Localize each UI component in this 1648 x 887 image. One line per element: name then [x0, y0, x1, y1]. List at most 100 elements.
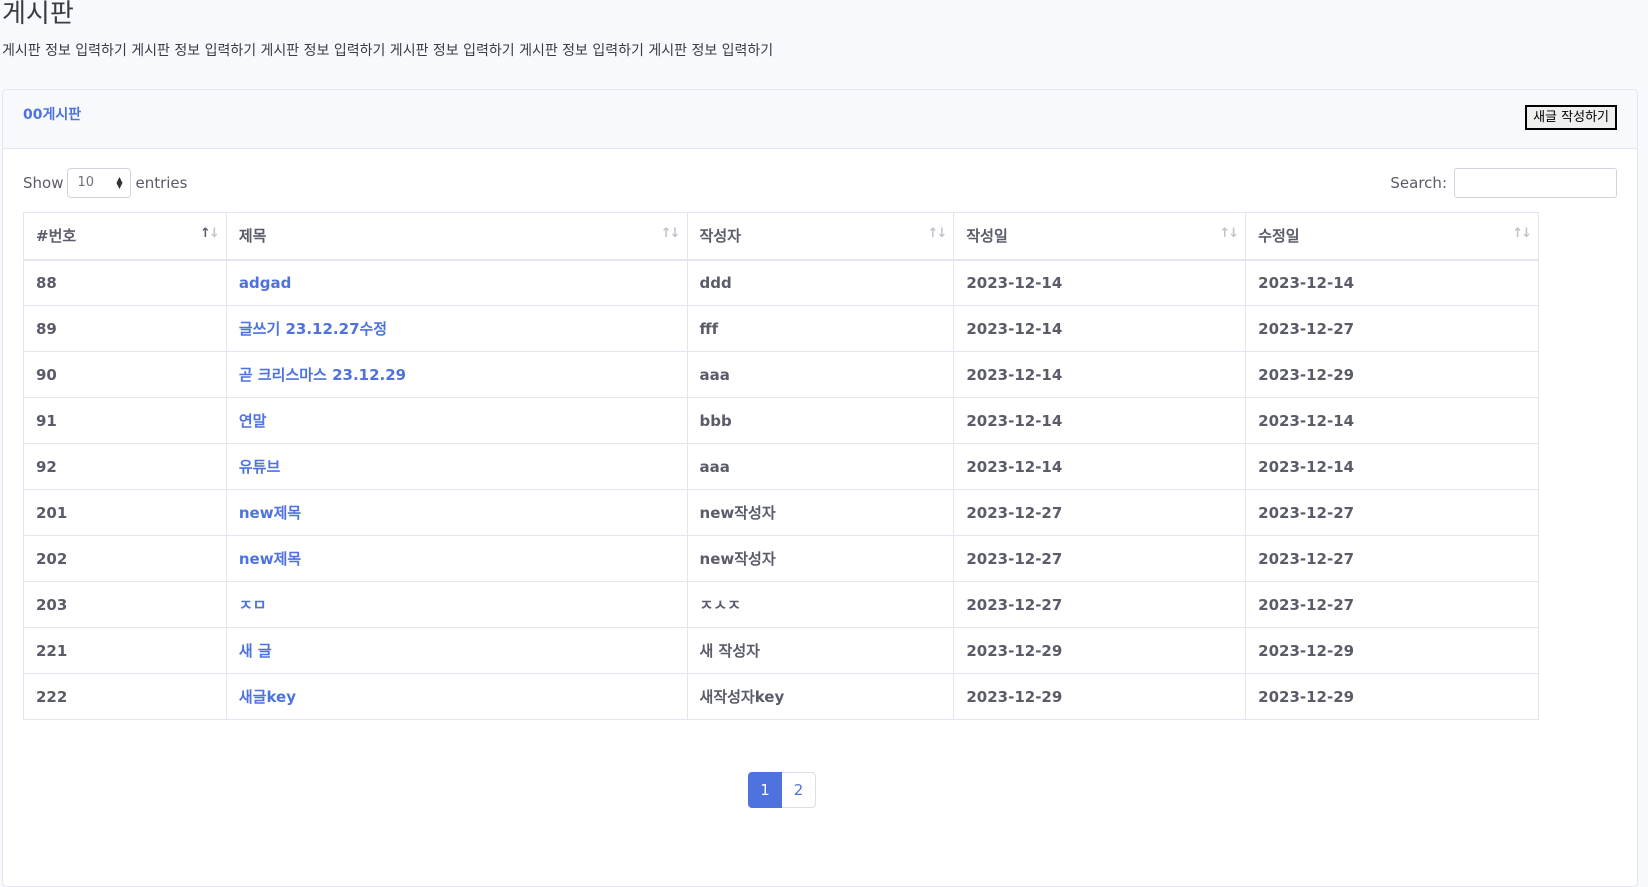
- cell-title: 새글key: [225, 673, 688, 720]
- cell-created: 2023-12-27: [953, 535, 1247, 582]
- page-description: 게시판 정보 입력하기 게시판 정보 입력하기 게시판 정보 입력하기 게시판 …: [2, 43, 774, 59]
- cell-title: ㅈㅁ: [225, 581, 688, 628]
- cell-created: 2023-12-29: [953, 673, 1247, 720]
- cell-updated: 2023-12-29: [1245, 627, 1539, 674]
- cell-title: 연말: [225, 397, 688, 444]
- card-title: 00게시판: [23, 107, 82, 123]
- post-title-link[interactable]: 새 글: [239, 642, 272, 660]
- cell-number: 90: [23, 351, 227, 398]
- cell-writer: new작성자: [686, 535, 955, 582]
- cell-writer: 새 작성자: [686, 627, 955, 674]
- page: 게시판 게시판 정보 입력하기 게시판 정보 입력하기 게시판 정보 입력하기 …: [0, 0, 1648, 887]
- cell-created: 2023-12-29: [953, 627, 1247, 674]
- sort-arrows-icon: ↑↓: [927, 226, 948, 241]
- cell-updated: 2023-12-27: [1245, 581, 1539, 628]
- cell-updated: 2023-12-29: [1245, 673, 1539, 720]
- entries-length-select[interactable]: 10 ▲ ▼: [67, 168, 132, 198]
- table-row: 92 유튜브 aaa 2023-12-14 2023-12-14: [23, 443, 1539, 490]
- table-row: 201 new제목 new작성자 2023-12-27 2023-12-27: [23, 489, 1539, 536]
- board-card: 00게시판 새글 작성하기 Show 10 ▲ ▼ entries Search:: [2, 89, 1638, 887]
- pagination: 1 2: [748, 772, 816, 808]
- cell-updated: 2023-12-14: [1245, 397, 1539, 444]
- table-row: 89 글쓰기 23.12.27수정 fff 2023-12-14 2023-12…: [23, 305, 1539, 352]
- post-title-link[interactable]: new제목: [239, 504, 301, 522]
- card-header: 00게시판 새글 작성하기: [3, 90, 1637, 149]
- cell-title: new제목: [225, 535, 688, 582]
- table-header: #번호 ↑↓ 제목 ↑↓ 작성자 ↑↓ 작성일 ↑↓ 수정일 ↑↓: [23, 212, 1539, 261]
- search-input[interactable]: [1454, 168, 1617, 198]
- search-control: Search:: [1390, 168, 1617, 198]
- cell-title: 유튜브: [225, 443, 688, 490]
- table-row: 203 ㅈㅁ ㅈㅅㅈ 2023-12-27 2023-12-27: [23, 581, 1539, 628]
- board-table: #번호 ↑↓ 제목 ↑↓ 작성자 ↑↓ 작성일 ↑↓ 수정일 ↑↓ 88 adg…: [23, 212, 1539, 720]
- new-post-button[interactable]: 새글 작성하기: [1525, 105, 1617, 130]
- post-title-link[interactable]: 곧 크리스마스 23.12.29: [239, 366, 406, 384]
- cell-number: 92: [23, 443, 227, 490]
- cell-writer: ddd: [686, 259, 955, 306]
- cell-updated: 2023-12-14: [1245, 443, 1539, 490]
- length-suffix-label: entries: [135, 174, 188, 192]
- cell-updated: 2023-12-27: [1245, 305, 1539, 352]
- cell-number: 221: [23, 627, 227, 674]
- cell-created: 2023-12-27: [953, 581, 1247, 628]
- cell-number: 91: [23, 397, 227, 444]
- cell-title: 새 글: [225, 627, 688, 674]
- table-row: 202 new제목 new작성자 2023-12-27 2023-12-27: [23, 535, 1539, 582]
- post-title-link[interactable]: 유튜브: [239, 458, 280, 476]
- page-button-2[interactable]: 2: [782, 772, 816, 808]
- column-header-updated[interactable]: 수정일 ↑↓: [1245, 212, 1539, 261]
- post-title-link[interactable]: adgad: [239, 274, 291, 292]
- cell-created: 2023-12-14: [953, 397, 1247, 444]
- search-label: Search:: [1390, 174, 1447, 192]
- table-row: 221 새 글 새 작성자 2023-12-29 2023-12-29: [23, 627, 1539, 674]
- post-title-link[interactable]: 연말: [239, 412, 267, 430]
- post-title-link[interactable]: ㅈㅁ: [239, 596, 267, 614]
- cell-title: 곧 크리스마스 23.12.29: [225, 351, 688, 398]
- cell-updated: 2023-12-27: [1245, 535, 1539, 582]
- cell-updated: 2023-12-14: [1245, 259, 1539, 306]
- table-controls: Show 10 ▲ ▼ entries Search:: [23, 168, 1617, 200]
- cell-title: 글쓰기 23.12.27수정: [225, 305, 688, 352]
- cell-number: 89: [23, 305, 227, 352]
- cell-number: 222: [23, 673, 227, 720]
- cell-writer: bbb: [686, 397, 955, 444]
- page-button-1[interactable]: 1: [748, 772, 782, 808]
- cell-number: 203: [23, 581, 227, 628]
- cell-number: 201: [23, 489, 227, 536]
- cell-number: 88: [23, 259, 227, 306]
- cell-writer: ㅈㅅㅈ: [686, 581, 955, 628]
- sort-arrows-icon: ↑↓: [1219, 226, 1239, 241]
- table-row: 222 새글key 새작성자key 2023-12-29 2023-12-29: [23, 673, 1539, 720]
- length-prefix-label: Show: [23, 174, 64, 192]
- post-title-link[interactable]: 새글key: [239, 688, 296, 706]
- column-header-title[interactable]: 제목 ↑↓: [225, 212, 688, 261]
- table-row: 90 곧 크리스마스 23.12.29 aaa 2023-12-14 2023-…: [23, 351, 1539, 398]
- page-title: 게시판: [2, 0, 74, 29]
- entries-length-control: Show 10 ▲ ▼ entries: [23, 168, 187, 198]
- cell-writer: new작성자: [686, 489, 955, 536]
- sort-ascending-icon: ↑↓: [200, 226, 220, 241]
- cell-created: 2023-12-14: [953, 443, 1247, 490]
- post-title-link[interactable]: 글쓰기 23.12.27수정: [239, 320, 387, 338]
- table-row: 88 adgad ddd 2023-12-14 2023-12-14: [23, 259, 1539, 306]
- cell-updated: 2023-12-27: [1245, 489, 1539, 536]
- cell-created: 2023-12-27: [953, 489, 1247, 536]
- cell-created: 2023-12-14: [953, 259, 1247, 306]
- cell-title: adgad: [225, 259, 688, 306]
- post-title-link[interactable]: new제목: [239, 550, 301, 568]
- cell-updated: 2023-12-29: [1245, 351, 1539, 398]
- cell-title: new제목: [225, 489, 688, 536]
- cell-created: 2023-12-14: [953, 351, 1247, 398]
- column-header-number[interactable]: #번호 ↑↓: [23, 212, 227, 261]
- cell-writer: fff: [686, 305, 955, 352]
- cell-writer: aaa: [686, 443, 955, 490]
- cell-writer: aaa: [686, 351, 955, 398]
- select-arrows-icon: ▲ ▼: [116, 175, 123, 190]
- entries-length-value: 10: [77, 175, 95, 190]
- cell-created: 2023-12-14: [953, 305, 1247, 352]
- sort-arrows-icon: ↑↓: [660, 226, 681, 241]
- column-header-writer[interactable]: 작성자 ↑↓: [686, 212, 955, 261]
- table-body: 88 adgad ddd 2023-12-14 2023-12-14 89 글쓰…: [23, 259, 1539, 720]
- cell-writer: 새작성자key: [686, 673, 955, 720]
- column-header-created[interactable]: 작성일 ↑↓: [953, 212, 1247, 261]
